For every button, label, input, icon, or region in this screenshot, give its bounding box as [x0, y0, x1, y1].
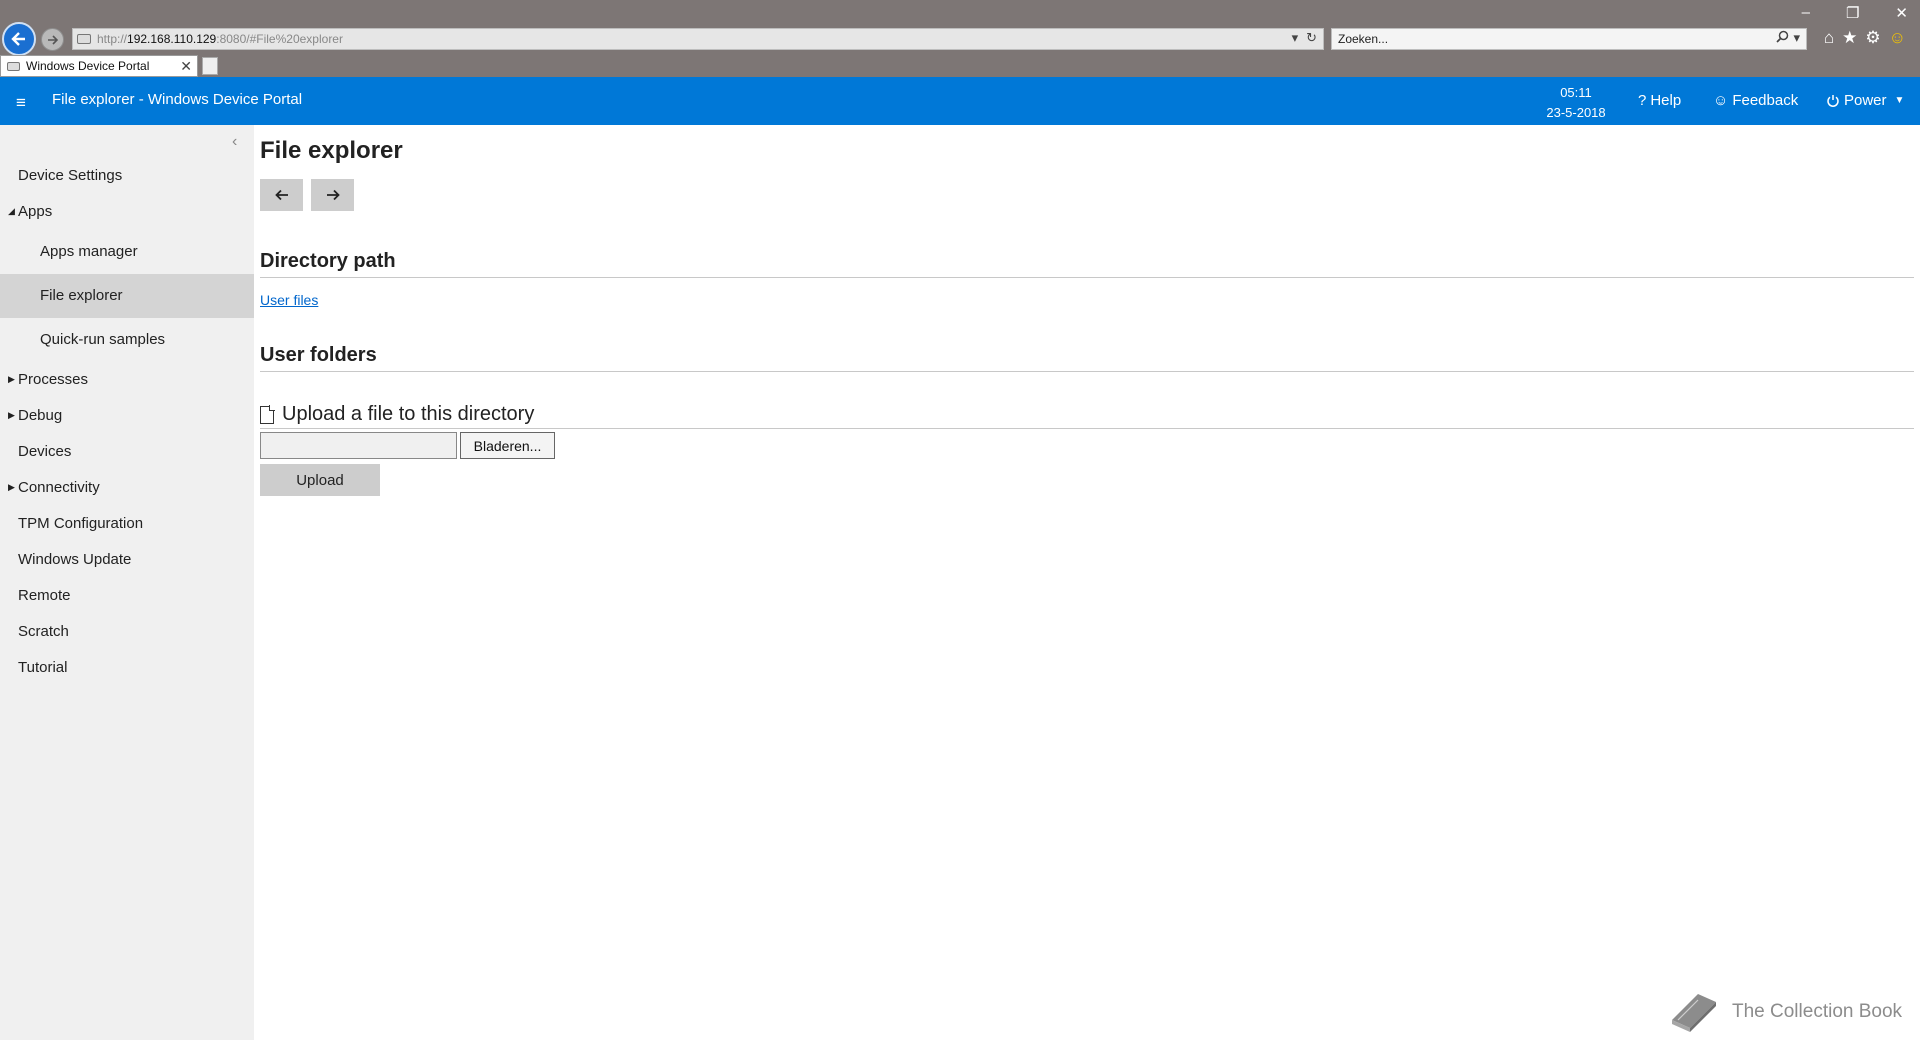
- sidebar-item-label: Quick-run samples: [40, 331, 166, 348]
- smiley-feedback-icon[interactable]: ☺: [1889, 28, 1906, 48]
- page-title: File explorer: [260, 137, 403, 164]
- document-icon: [260, 405, 275, 424]
- sidebar-item-label: Apps: [18, 203, 53, 220]
- sidebar-item-label: Devices: [18, 443, 72, 460]
- smiley-icon: ☺: [1713, 92, 1729, 109]
- power-button[interactable]: Power ▼: [1826, 92, 1904, 109]
- tab-favicon-icon: [7, 61, 20, 71]
- url-scheme: http://: [97, 32, 128, 46]
- chevron-down-icon: ▼: [1894, 95, 1905, 106]
- url-path: :8080/#File%20explorer: [216, 32, 343, 46]
- sidebar-item-label: File explorer: [40, 287, 123, 304]
- feedback-label: Feedback: [1732, 92, 1799, 109]
- browser-search-box[interactable]: Zoeken... ▾: [1331, 28, 1807, 50]
- sidebar-item-apps-manager[interactable]: Apps manager: [0, 243, 254, 260]
- sidebar-item-label: Apps manager: [40, 243, 138, 260]
- sidebar-item-debug[interactable]: ▶ Debug: [0, 407, 254, 424]
- sidebar-item-scratch[interactable]: Scratch: [0, 623, 254, 640]
- sidebar-item-label: Tutorial: [18, 659, 68, 676]
- sidebar-item-file-explorer[interactable]: File explorer: [0, 274, 254, 318]
- directory-path-heading: Directory path: [260, 250, 1914, 278]
- expanded-triangle-icon: ◢: [8, 206, 15, 216]
- restore-icon[interactable]: ❐: [1846, 4, 1859, 22]
- header-date: 23-5-2018: [1546, 105, 1606, 120]
- address-dropdown-icon[interactable]: ▾: [1292, 30, 1299, 46]
- browser-tabbar: Windows Device Portal ✕: [0, 55, 218, 77]
- sidebar-item-tpm-configuration[interactable]: TPM Configuration: [0, 515, 254, 532]
- site-favicon-icon: [77, 34, 91, 44]
- search-placeholder: Zoeken...: [1338, 32, 1389, 46]
- sidebar-item-connectivity[interactable]: ▶ Connectivity: [0, 479, 254, 496]
- navigate-back-button[interactable]: [260, 179, 303, 211]
- favorites-star-icon[interactable]: ★: [1842, 28, 1857, 48]
- hamburger-menu-icon[interactable]: ≡: [16, 93, 26, 113]
- collapsed-triangle-icon: ▶: [8, 410, 15, 420]
- help-label: Help: [1650, 92, 1682, 109]
- upload-heading-label: Upload a file to this directory: [282, 403, 535, 425]
- header-title: File explorer - Windows Device Portal: [52, 91, 303, 108]
- header-clock: 05:11 23-5-2018: [1536, 83, 1616, 123]
- sidebar-item-label: Debug: [18, 407, 63, 424]
- book-logo-icon: [1672, 994, 1716, 1032]
- sidebar-item-label: Processes: [18, 371, 89, 388]
- sidebar-item-apps[interactable]: ◢ Apps: [0, 203, 254, 220]
- url-host: 192.168.110.129: [127, 32, 217, 46]
- sidebar-item-label: Windows Update: [18, 551, 132, 568]
- minimize-icon[interactable]: –: [1802, 4, 1810, 22]
- tab-title: Windows Device Portal: [26, 59, 150, 73]
- search-dropdown-icon[interactable]: ▾: [1793, 30, 1800, 46]
- sidebar-item-label: Remote: [18, 587, 71, 604]
- power-icon: [1827, 94, 1839, 107]
- arrow-right-icon: [47, 34, 58, 45]
- home-icon[interactable]: ⌂: [1824, 28, 1834, 48]
- arrow-right-icon: [326, 189, 340, 201]
- collapsed-triangle-icon: ▶: [8, 482, 15, 492]
- close-window-icon[interactable]: ✕: [1895, 4, 1908, 22]
- user-folders-heading: User folders: [260, 344, 1914, 372]
- header-time: 05:11: [1560, 85, 1592, 100]
- sidebar-item-label: Scratch: [18, 623, 69, 640]
- tab-close-icon[interactable]: ✕: [180, 58, 192, 75]
- feedback-button[interactable]: ☺ Feedback: [1713, 92, 1798, 109]
- sidebar-item-quick-run-samples[interactable]: Quick-run samples: [0, 331, 254, 348]
- new-tab-button[interactable]: [202, 57, 218, 75]
- settings-gear-icon[interactable]: ⚙: [1865, 28, 1880, 48]
- watermark: The Collection Book: [1668, 990, 1902, 1034]
- sidebar-item-devices[interactable]: Devices: [0, 443, 254, 460]
- help-button[interactable]: ? Help: [1638, 92, 1681, 109]
- file-path-input[interactable]: [260, 432, 457, 459]
- refresh-icon[interactable]: ↻: [1306, 30, 1317, 46]
- sidebar-item-label: TPM Configuration: [18, 515, 144, 532]
- sidebar-item-device-settings[interactable]: Device Settings: [0, 167, 254, 184]
- collapsed-triangle-icon: ▶: [8, 374, 15, 384]
- question-icon: ?: [1638, 92, 1647, 109]
- portal-header: ≡ File explorer - Windows Device Portal …: [0, 77, 1920, 125]
- search-icon[interactable]: [1776, 30, 1789, 43]
- sidebar-item-tutorial[interactable]: Tutorial: [0, 659, 254, 676]
- sidebar-item-windows-update[interactable]: Windows Update: [0, 551, 254, 568]
- sidebar-item-label: Connectivity: [18, 479, 100, 496]
- power-label: Power: [1844, 92, 1887, 109]
- sidebar-item-processes[interactable]: ▶ Processes: [0, 371, 254, 388]
- browser-back-button[interactable]: [2, 22, 36, 56]
- collapse-sidebar-icon[interactable]: ‹: [232, 133, 237, 151]
- sidebar-item-remote[interactable]: Remote: [0, 587, 254, 604]
- sidebar: ‹ Device Settings ◢ Apps Apps manager Fi…: [0, 125, 254, 1040]
- upload-button[interactable]: Upload: [260, 464, 380, 496]
- navigate-forward-button[interactable]: [311, 179, 354, 211]
- browser-forward-button[interactable]: [41, 28, 64, 51]
- watermark-text: The Collection Book: [1732, 1001, 1903, 1022]
- arrow-left-icon: [11, 32, 25, 46]
- browser-tab[interactable]: Windows Device Portal ✕: [0, 55, 198, 77]
- user-files-link[interactable]: User files: [260, 292, 318, 308]
- browse-button[interactable]: Bladeren...: [460, 432, 555, 459]
- upload-heading: Upload a file to this directory: [260, 403, 1914, 429]
- browser-chrome: http://192.168.110.129:8080/#File%20expl…: [0, 0, 1920, 77]
- address-bar[interactable]: http://192.168.110.129:8080/#File%20expl…: [72, 28, 1324, 50]
- sidebar-item-label: Device Settings: [18, 167, 123, 184]
- arrow-left-icon: [274, 189, 288, 201]
